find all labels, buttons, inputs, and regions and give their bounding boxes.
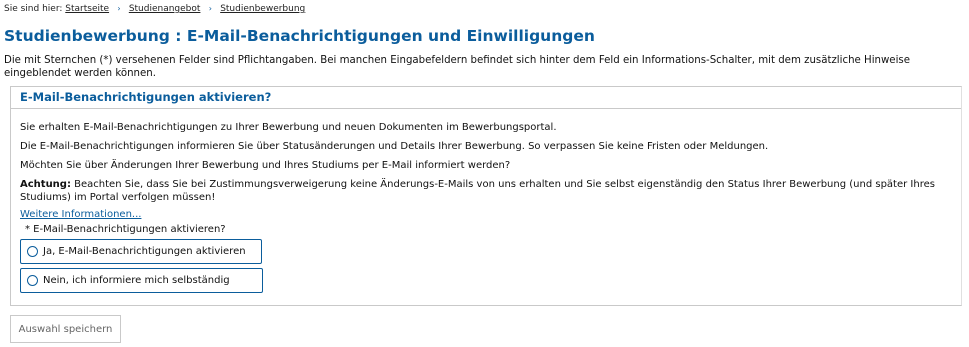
breadcrumb-link-startseite[interactable]: Startseite — [65, 4, 109, 14]
warning-paragraph: Achtung: Beachten Sie, dass Sie bei Zust… — [20, 178, 960, 204]
radio-option-no[interactable]: Nein, ich informiere mich selbständig — [20, 268, 263, 293]
info-paragraph-2: Die E-Mail-Benachrichtigungen informiere… — [20, 141, 769, 152]
breadcrumb: Sie sind hier: Startseite › Studienangeb… — [4, 3, 305, 15]
info-paragraph-3: Möchten Sie über Änderungen Ihrer Bewerb… — [20, 160, 511, 171]
radio-option-yes[interactable]: Ja, E-Mail-Benachrichtigungen aktivieren — [20, 239, 262, 264]
breadcrumb-link-studienangebot[interactable]: Studienangebot — [129, 4, 201, 14]
page-title: Studienbewerbung : E-Mail-Benachrichtigu… — [4, 27, 595, 45]
question-label: * E-Mail-Benachrichtigungen aktivieren? — [25, 224, 226, 235]
warning-label: Achtung: — [20, 179, 71, 190]
breadcrumb-prefix: Sie sind hier: — [4, 4, 63, 14]
breadcrumb-chevron-icon: › — [208, 4, 212, 13]
radio-option-yes-label[interactable]: Ja, E-Mail-Benachrichtigungen aktivieren — [43, 246, 246, 257]
radio-option-no-label[interactable]: Nein, ich informiere mich selbständig — [43, 275, 230, 286]
warning-text: Beachten Sie, dass Sie bei Zustimmungsve… — [20, 179, 935, 203]
save-selection-button[interactable]: Auswahl speichern — [10, 315, 121, 343]
radio-circle-icon[interactable] — [27, 246, 38, 257]
notification-panel: E-Mail-Benachrichtigungen aktivieren? Si… — [10, 86, 962, 306]
intro-text: Die mit Sternchen (*) versehenen Felder … — [4, 55, 910, 79]
more-info-link[interactable]: Weitere Informationen... — [20, 208, 141, 221]
breadcrumb-link-studienbewerbung[interactable]: Studienbewerbung — [220, 4, 305, 14]
info-paragraph-1: Sie erhalten E-Mail-Benachrichtigungen z… — [20, 122, 557, 133]
panel-title: E-Mail-Benachrichtigungen aktivieren? — [11, 87, 961, 109]
breadcrumb-chevron-icon: › — [117, 4, 121, 13]
radio-circle-icon[interactable] — [27, 275, 38, 286]
